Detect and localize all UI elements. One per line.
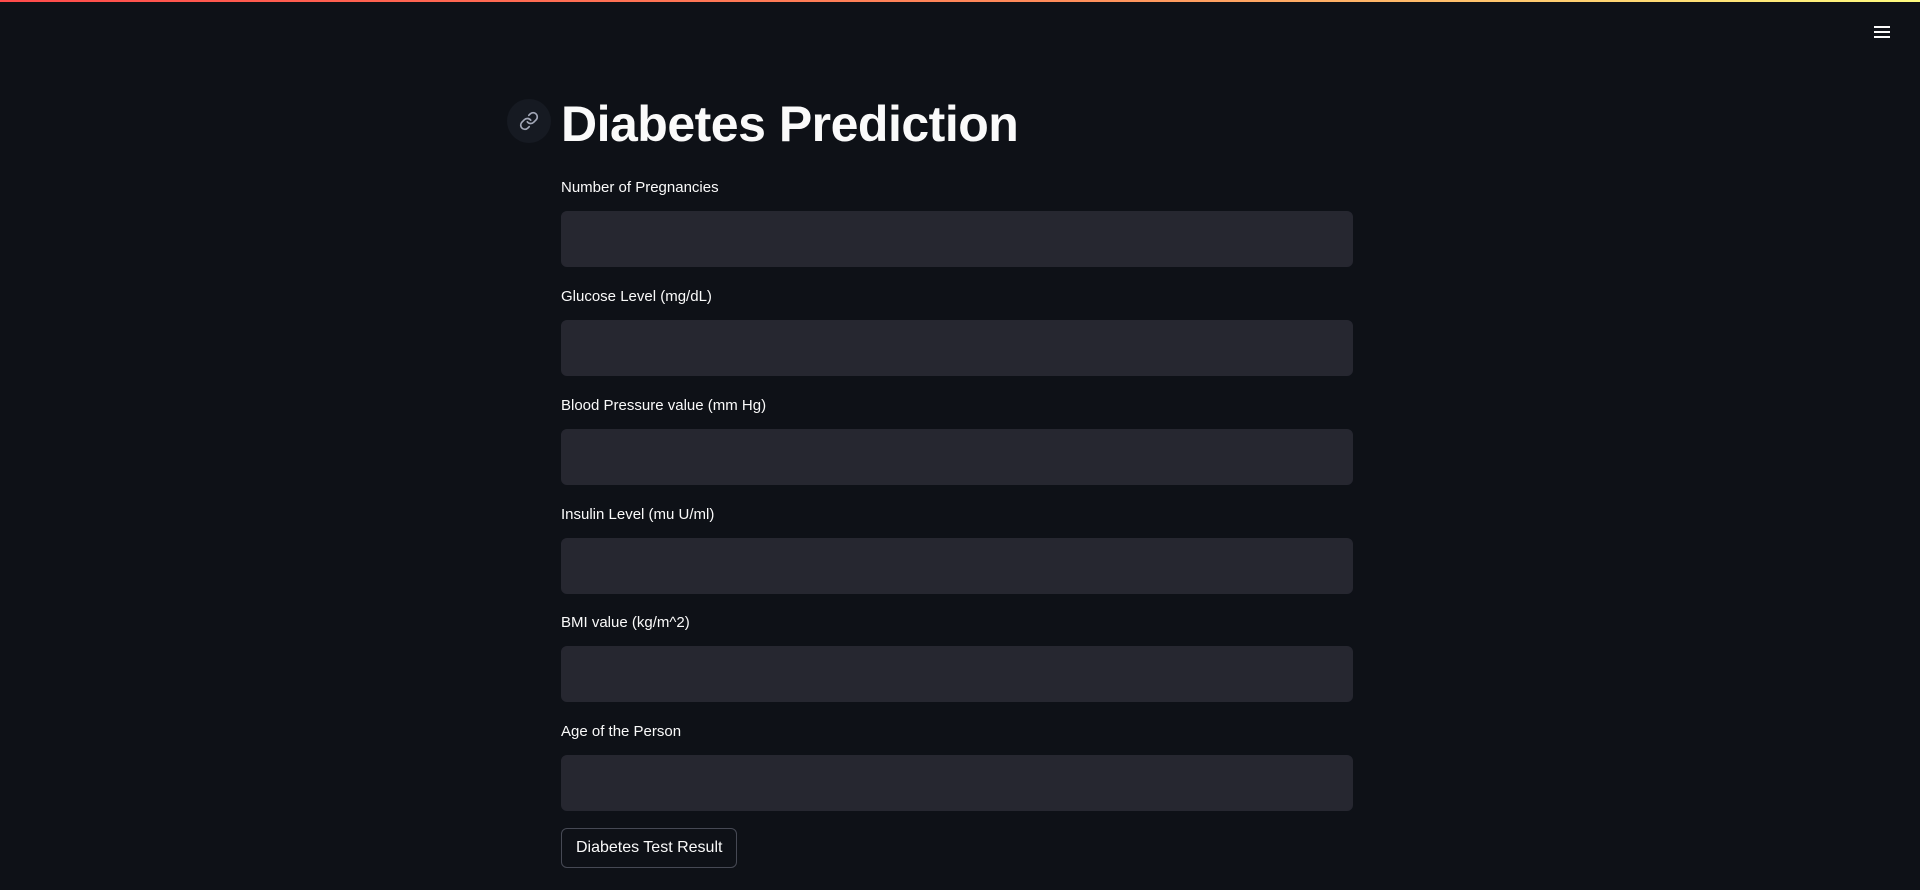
insulin-input[interactable] bbox=[561, 538, 1353, 594]
page-title: Diabetes Prediction bbox=[561, 96, 1019, 152]
insulin-label: Insulin Level (mu U/ml) bbox=[561, 506, 715, 523]
glucose-label: Glucose Level (mg/dL) bbox=[561, 288, 712, 305]
bmi-label: BMI value (kg/m^2) bbox=[561, 614, 690, 631]
bmi-input[interactable] bbox=[561, 646, 1353, 702]
heading-anchor-link[interactable] bbox=[507, 99, 551, 143]
link-icon bbox=[519, 111, 539, 131]
pregnancies-label: Number of Pregnancies bbox=[561, 179, 719, 196]
diabetes-test-result-button[interactable]: Diabetes Test Result bbox=[561, 828, 738, 868]
glucose-field: Glucose Level (mg/dL) bbox=[561, 287, 1353, 376]
age-input[interactable] bbox=[561, 755, 1353, 811]
glucose-input[interactable] bbox=[561, 320, 1353, 376]
title-row: Diabetes Prediction bbox=[507, 92, 1019, 156]
blood-pressure-field: Blood Pressure value (mm Hg) bbox=[561, 396, 1353, 485]
blood-pressure-label: Blood Pressure value (mm Hg) bbox=[561, 397, 767, 414]
insulin-field: Insulin Level (mu U/ml) bbox=[561, 505, 1353, 594]
top-accent-bar bbox=[0, 0, 1920, 2]
bmi-field: BMI value (kg/m^2) bbox=[561, 613, 1353, 702]
blood-pressure-input[interactable] bbox=[561, 429, 1353, 485]
age-label: Age of the Person bbox=[561, 723, 682, 740]
main-menu-button[interactable] bbox=[1866, 18, 1898, 46]
pregnancies-input[interactable] bbox=[561, 211, 1353, 267]
hamburger-menu-icon bbox=[1874, 26, 1890, 38]
pregnancies-field: Number of Pregnancies bbox=[561, 178, 1353, 267]
age-field: Age of the Person bbox=[561, 722, 1353, 811]
